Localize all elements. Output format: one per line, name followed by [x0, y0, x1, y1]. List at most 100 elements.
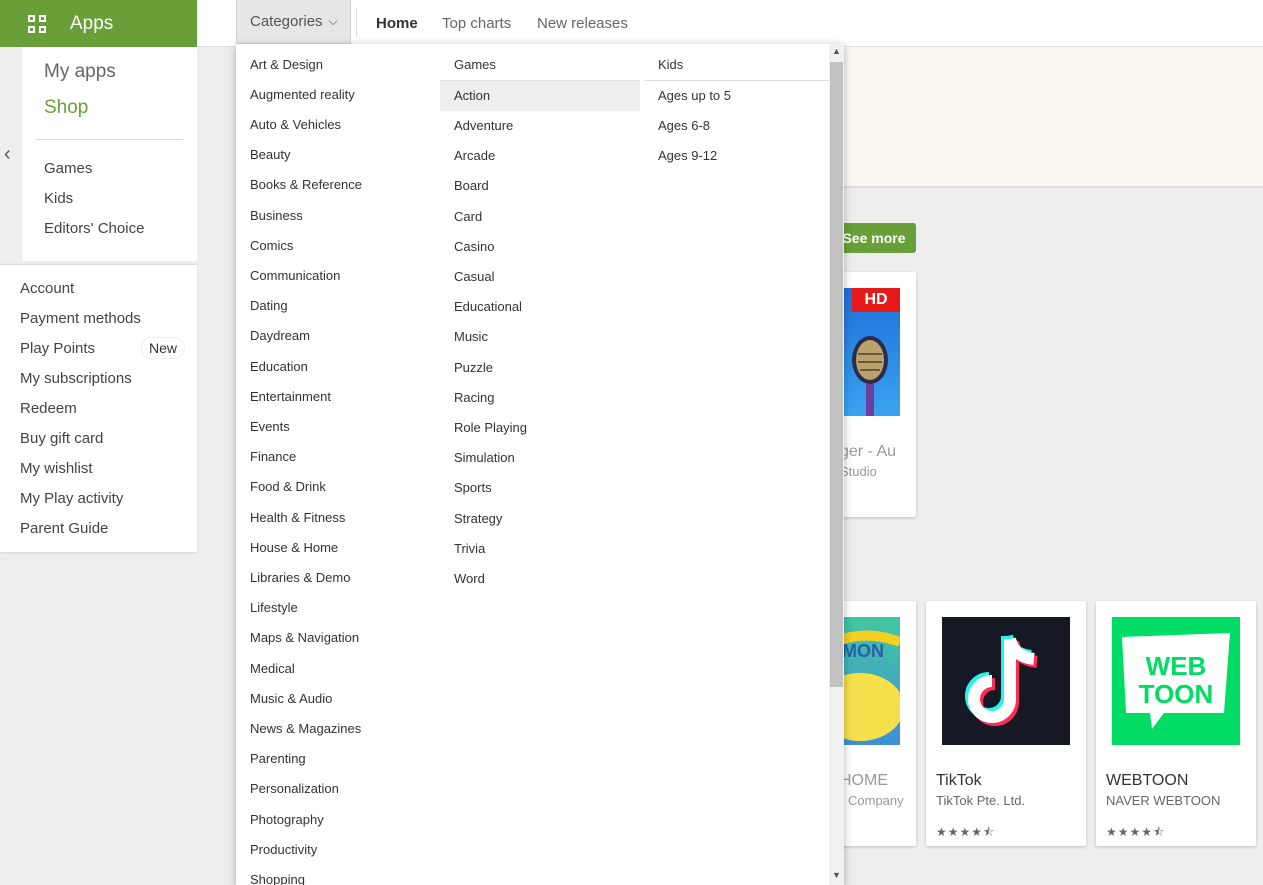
game-category-item[interactable]: Card	[454, 202, 482, 232]
scroll-down-arrow-icon[interactable]: ▼	[832, 870, 841, 880]
game-category-item[interactable]: Trivia	[454, 534, 485, 564]
category-item[interactable]: Music & Audio	[250, 684, 332, 714]
sidebar-shop[interactable]: Shop	[44, 97, 88, 119]
category-item[interactable]: Entertainment	[250, 382, 331, 412]
categories-button[interactable]: Categories ⌵	[236, 0, 351, 44]
sidebar-account: Account Payment methods Play Points New …	[0, 264, 197, 552]
sidebar-primary: ‹ My apps Shop Games Kids Editors' Choic…	[0, 47, 197, 263]
game-category-item[interactable]: Strategy	[454, 504, 502, 534]
sidebar-item-kids[interactable]: Kids	[44, 190, 73, 207]
nav-new-releases[interactable]: New releases	[537, 15, 628, 32]
app-developer[interactable]: NAVER WEBTOON	[1106, 793, 1220, 808]
game-category-item[interactable]: Casino	[454, 232, 494, 262]
svg-text:TOON: TOON	[1139, 679, 1214, 709]
game-category-item[interactable]: Sports	[454, 473, 492, 503]
category-item[interactable]: Daydream	[250, 321, 310, 351]
category-item[interactable]: Beauty	[250, 140, 290, 170]
game-category-item[interactable]: Puzzle	[454, 353, 493, 383]
sidebar-item-parent-guide[interactable]: Parent Guide	[20, 520, 108, 537]
games-column-header[interactable]: Games	[454, 50, 496, 80]
category-item[interactable]: Auto & Vehicles	[250, 110, 341, 140]
game-category-item[interactable]: Word	[454, 564, 485, 594]
app-title[interactable]: WEBTOON	[1106, 772, 1188, 790]
scrollbar-thumb[interactable]	[830, 62, 843, 687]
sidebar-item-buy-gift-card[interactable]: Buy gift card	[20, 430, 103, 447]
app-title[interactable]: TikTok	[936, 772, 982, 790]
star-rating: ★★★★⯪	[936, 825, 996, 839]
dropdown-scrollbar[interactable]: ▲ ▼	[829, 44, 844, 885]
app-title[interactable]: ger - Au	[840, 443, 896, 461]
category-item[interactable]: Books & Reference	[250, 170, 362, 200]
apps-tab[interactable]: Apps	[0, 0, 197, 47]
game-category-item[interactable]: Simulation	[454, 443, 515, 473]
category-item[interactable]: Libraries & Demo	[250, 563, 350, 593]
sidebar-divider	[35, 139, 183, 140]
sidebar-item-editors-choice[interactable]: Editors' Choice	[44, 220, 144, 237]
category-item[interactable]: Medical	[250, 654, 295, 684]
sidebar-item-account[interactable]: Account	[20, 280, 74, 297]
category-item[interactable]: Productivity	[250, 835, 317, 865]
game-category-item[interactable]: Racing	[454, 383, 494, 413]
kids-column-header[interactable]: Kids	[658, 50, 683, 80]
game-category-item[interactable]: Role Playing	[454, 413, 527, 443]
game-category-item[interactable]: Adventure	[454, 111, 513, 141]
svg-text:WEB: WEB	[1146, 651, 1207, 681]
category-item[interactable]: Photography	[250, 805, 324, 835]
new-badge: New	[142, 338, 184, 358]
sidebar-my-apps[interactable]: My apps	[44, 61, 116, 83]
sidebar-item-wishlist[interactable]: My wishlist	[20, 460, 93, 477]
category-item[interactable]: Health & Fitness	[250, 503, 345, 533]
game-category-item-action[interactable]: Action	[440, 81, 640, 111]
sidebar-item-redeem[interactable]: Redeem	[20, 400, 77, 417]
category-item[interactable]: Comics	[250, 231, 293, 261]
categories-dropdown: Art & Design Augmented reality Auto & Ve…	[236, 44, 844, 885]
app-developer[interactable]: TikTok Pte. Ltd.	[936, 793, 1025, 808]
category-item[interactable]: Lifestyle	[250, 593, 298, 623]
nav-home[interactable]: Home	[376, 15, 418, 32]
category-item[interactable]: Events	[250, 412, 290, 442]
app-card-tiktok[interactable]: TikTok TikTok Pte. Ltd. ★★★★⯪	[926, 601, 1086, 846]
category-item[interactable]: Art & Design	[250, 50, 323, 80]
top-bar: Apps Categories ⌵ Home Top charts New re…	[0, 0, 1263, 47]
nav-top-charts[interactable]: Top charts	[442, 15, 511, 32]
sidebar-item-subscriptions[interactable]: My subscriptions	[20, 370, 132, 387]
category-item[interactable]: Finance	[250, 442, 296, 472]
sidebar-item-play-points[interactable]: Play Points	[20, 340, 95, 357]
app-developer[interactable]: Company	[848, 793, 904, 808]
game-category-item[interactable]: Casual	[454, 262, 494, 292]
game-category-item[interactable]: Music	[454, 322, 488, 352]
kids-category-item[interactable]: Ages 6-8	[658, 111, 710, 141]
game-category-item[interactable]: Educational	[454, 292, 522, 322]
kids-category-item[interactable]: Ages up to 5	[658, 81, 731, 111]
hd-badge: HD	[852, 288, 900, 312]
category-item[interactable]: Parenting	[250, 744, 306, 774]
category-item[interactable]: Education	[250, 352, 308, 382]
category-item[interactable]: News & Magazines	[250, 714, 361, 744]
sidebar-item-payment-methods[interactable]: Payment methods	[20, 310, 141, 327]
game-category-item[interactable]: Arcade	[454, 141, 495, 171]
kids-category-item[interactable]: Ages 9-12	[658, 141, 717, 171]
apps-label: Apps	[70, 12, 114, 34]
webtoon-icon: WEB TOON	[1112, 617, 1240, 745]
chevron-left-icon[interactable]: ‹	[4, 143, 11, 166]
category-item[interactable]: Communication	[250, 261, 340, 291]
see-more-button[interactable]: See more	[832, 223, 916, 253]
category-item[interactable]: Augmented reality	[250, 80, 355, 110]
category-item[interactable]: Business	[250, 201, 303, 231]
sidebar-item-play-activity[interactable]: My Play activity	[20, 490, 123, 507]
game-category-item[interactable]: Board	[454, 171, 489, 201]
category-item[interactable]: Dating	[250, 291, 288, 321]
app-developer[interactable]: Studio	[840, 464, 877, 479]
category-item[interactable]: Personalization	[250, 774, 339, 804]
chevron-down-icon: ⌵	[328, 14, 338, 28]
category-item[interactable]: Maps & Navigation	[250, 623, 359, 653]
apps-grid-icon	[28, 14, 46, 33]
app-card-webtoon[interactable]: WEB TOON WEBTOON NAVER WEBTOON ★★★★⯪	[1096, 601, 1256, 846]
sidebar-item-games[interactable]: Games	[44, 160, 92, 177]
category-item[interactable]: Shopping	[250, 865, 305, 885]
category-item[interactable]: House & Home	[250, 533, 338, 563]
category-item[interactable]: Food & Drink	[250, 472, 326, 502]
scroll-up-arrow-icon[interactable]: ▲	[832, 46, 841, 56]
app-title[interactable]: HOME	[840, 772, 888, 790]
categories-label: Categories	[250, 13, 323, 30]
